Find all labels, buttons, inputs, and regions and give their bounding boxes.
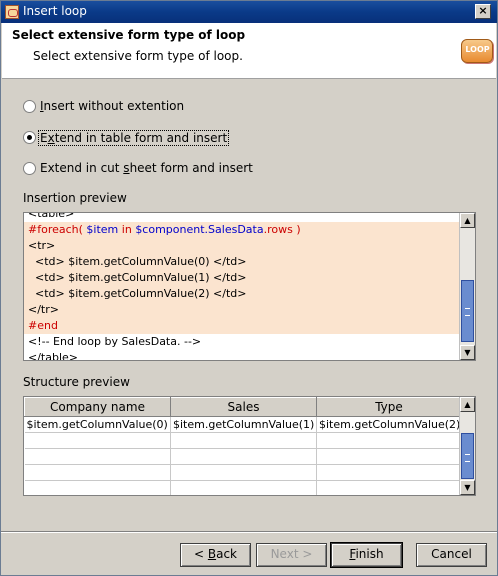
column-header-company-name[interactable]: Company name [24, 397, 171, 417]
insertion-preview-panel[interactable]: <table> #foreach( $item in $component.Sal… [23, 212, 476, 361]
code-token: <td> $item.getColumnValue(1) </td> [28, 271, 247, 284]
code-line: <!-- End loop by SalesData. --> [24, 334, 461, 350]
code-token: $item [86, 223, 119, 236]
table-cell[interactable] [316, 432, 462, 449]
radio-circle[interactable] [23, 162, 36, 175]
code-line: <td> $item.getColumnValue(0) </td> [24, 254, 461, 270]
radio-circle[interactable] [23, 100, 36, 113]
code-token: </table> [28, 351, 78, 361]
code-line: <tr> [24, 238, 461, 254]
table-cell[interactable] [170, 448, 317, 465]
table-cell[interactable] [170, 464, 317, 481]
option-label[interactable]: Insert without extention [40, 99, 184, 113]
table-cell[interactable] [24, 432, 171, 449]
preview-scrollbar[interactable]: ▲ ▼ [459, 213, 475, 360]
table-cell[interactable] [24, 480, 171, 495]
code-line: <td> $item.getColumnValue(1) </td> [24, 270, 461, 286]
code-token: .rows ) [263, 223, 301, 236]
table-row[interactable]: $item.getColumnValue(0) $item.getColumnVa… [24, 416, 462, 433]
table-cell[interactable]: $item.getColumnValue(0) [24, 416, 171, 433]
table-cell[interactable]: $item.getColumnValue(2) [316, 416, 462, 433]
table-cell[interactable] [170, 432, 317, 449]
header-subtitle: Select extensive form type of loop. [33, 49, 243, 63]
structure-preview-table[interactable]: Company name Sales Type $item.getColumnV… [23, 396, 476, 496]
option-label[interactable]: Extend in cut sheet form and insert [40, 161, 253, 175]
up-arrow-icon[interactable]: ▲ [460, 397, 475, 412]
table-cell[interactable] [316, 448, 462, 465]
down-arrow-icon[interactable]: ▼ [460, 480, 475, 495]
code-token: </tr> [28, 303, 59, 316]
code-token: #foreach( [28, 223, 87, 236]
table-scrollbar[interactable]: ▲ ▼ [459, 397, 475, 495]
radio-circle-selected[interactable] [23, 131, 36, 144]
down-arrow-icon[interactable]: ▼ [460, 345, 475, 360]
app-icon [5, 5, 19, 19]
structure-table: Company name Sales Type $item.getColumnV… [24, 397, 462, 495]
table-row[interactable] [24, 432, 462, 449]
code-token: in [118, 223, 136, 236]
header-title: Select extensive form type of loop [12, 28, 246, 42]
code-token: <tr> [28, 239, 56, 252]
table-cell[interactable] [316, 464, 462, 481]
table-cell[interactable] [316, 480, 462, 495]
code-token: <table> [28, 212, 75, 220]
dialog-header: Select extensive form type of loop Selec… [2, 23, 496, 79]
code-token: <td> $item.getColumnValue(2) </td> [28, 287, 247, 300]
back-button[interactable]: < Back [180, 543, 251, 567]
option-label[interactable]: Extend in table form and insert [38, 130, 230, 146]
structure-preview-label: Structure preview [23, 375, 130, 389]
column-header-sales[interactable]: Sales [170, 397, 317, 417]
code-line: <td> $item.getColumnValue(2) </td> [24, 286, 461, 302]
finish-button[interactable]: Finish [330, 542, 403, 568]
code-line: </tr> [24, 302, 461, 318]
code-view[interactable]: <table> #foreach( $item in $component.Sal… [24, 212, 461, 361]
close-button[interactable]: × [475, 4, 491, 19]
table-cell[interactable] [24, 448, 171, 465]
code-line: #end [24, 318, 461, 334]
code-line: #foreach( $item in $component.SalesData.… [24, 222, 461, 238]
table-cell[interactable] [170, 480, 317, 495]
code-line: <table> [24, 212, 461, 222]
code-token: #end [28, 319, 58, 332]
insert-loop-dialog: Insert loop × Select extensive form type… [0, 0, 498, 576]
scroll-thumb[interactable] [461, 433, 474, 479]
table-cell[interactable]: $item.getColumnValue(1) [170, 416, 317, 433]
insertion-preview-label: Insertion preview [23, 191, 127, 205]
code-token: $component.SalesData [135, 223, 264, 236]
table-cell[interactable] [24, 464, 171, 481]
table-row[interactable] [24, 480, 462, 495]
up-arrow-icon[interactable]: ▲ [460, 213, 475, 228]
loop-icon: LOOP [461, 39, 493, 63]
table-row[interactable] [24, 448, 462, 465]
table-row[interactable] [24, 464, 462, 481]
scroll-thumb[interactable] [461, 280, 474, 342]
cancel-button[interactable]: Cancel [416, 543, 487, 567]
column-header-type[interactable]: Type [316, 397, 462, 417]
title-bar[interactable]: Insert loop × [1, 1, 497, 23]
loop-icon-text: LOOP [465, 45, 490, 54]
button-separator [1, 531, 497, 533]
window-title: Insert loop [23, 4, 87, 18]
code-token: <!-- End loop by SalesData. --> [28, 335, 202, 348]
next-button[interactable]: Next > [256, 543, 327, 567]
code-token: <td> $item.getColumnValue(0) </td> [28, 255, 247, 268]
code-line: </table> [24, 350, 461, 361]
